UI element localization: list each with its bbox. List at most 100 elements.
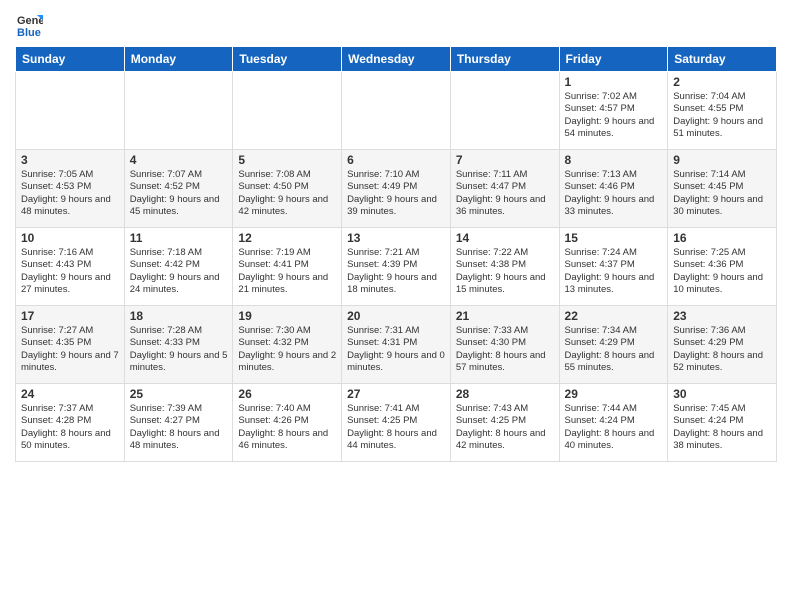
calendar-cell [342,72,451,150]
week-row-4: 17 Sunrise: 7:27 AM Sunset: 4:35 PM Dayli… [16,306,777,384]
calendar-cell: 7Sunrise: 7:11 AM Sunset: 4:47 PM Daylig… [450,150,559,228]
day-number: 10 [21,231,119,245]
day-info: Sunrise: 7:07 AM Sunset: 4:52 PM Dayligh… [130,169,228,218]
day-info: Sunrise: 7:31 AM Sunset: 4:31 PM Dayligh… [347,325,445,374]
day-number: 4 [130,153,228,167]
day-info: Sunrise: 7:19 AM Sunset: 4:41 PM Dayligh… [238,247,336,296]
calendar-cell: 27 Sunrise: 7:41 AM Sunset: 4:25 PM Dayli… [342,384,451,462]
day-info: Sunrise: 7:10 AM Sunset: 4:49 PM Dayligh… [347,169,445,218]
calendar-cell: 9 Sunrise: 7:14 AM Sunset: 4:45 PM Daylig… [668,150,777,228]
calendar-cell: 26 Sunrise: 7:40 AM Sunset: 4:26 PM Dayli… [233,384,342,462]
weekday-sunday: Sunday [16,47,125,72]
calendar-cell: 28 Sunrise: 7:43 AM Sunset: 4:25 PM Dayli… [450,384,559,462]
calendar-cell: 24 Sunrise: 7:37 AM Sunset: 4:28 PM Dayli… [16,384,125,462]
weekday-saturday: Saturday [668,47,777,72]
day-info: Sunrise: 7:43 AM Sunset: 4:25 PM Dayligh… [456,403,554,452]
day-number: 17 [21,309,119,323]
day-info: Sunrise: 7:27 AM Sunset: 4:35 PM Dayligh… [21,325,119,374]
day-info: Sunrise: 7:14 AM Sunset: 4:45 PM Dayligh… [673,169,771,218]
day-number: 20 [347,309,445,323]
calendar-cell: 11 Sunrise: 7:18 AM Sunset: 4:42 PM Dayli… [124,228,233,306]
day-info: Sunrise: 7:22 AM Sunset: 4:38 PM Dayligh… [456,247,554,296]
day-number: 26 [238,387,336,401]
day-info: Sunrise: 7:28 AM Sunset: 4:33 PM Dayligh… [130,325,228,374]
day-number: 25 [130,387,228,401]
day-info: Sunrise: 7:05 AM Sunset: 4:53 PM Dayligh… [21,169,119,218]
day-number: 29 [565,387,663,401]
day-info: Sunrise: 7:36 AM Sunset: 4:29 PM Dayligh… [673,325,771,374]
day-number: 21 [456,309,554,323]
day-info: Sunrise: 7:41 AM Sunset: 4:25 PM Dayligh… [347,403,445,452]
day-number: 6 [347,153,445,167]
week-row-3: 10 Sunrise: 7:16 AM Sunset: 4:43 PM Dayli… [16,228,777,306]
calendar-cell: 21 Sunrise: 7:33 AM Sunset: 4:30 PM Dayli… [450,306,559,384]
week-row-5: 24 Sunrise: 7:37 AM Sunset: 4:28 PM Dayli… [16,384,777,462]
day-info: Sunrise: 7:33 AM Sunset: 4:30 PM Dayligh… [456,325,554,374]
calendar-cell: 16Sunrise: 7:25 AM Sunset: 4:36 PM Dayli… [668,228,777,306]
day-info: Sunrise: 7:04 AM Sunset: 4:55 PM Dayligh… [673,91,771,140]
day-info: Sunrise: 7:40 AM Sunset: 4:26 PM Dayligh… [238,403,336,452]
calendar: SundayMondayTuesdayWednesdayThursdayFrid… [15,46,777,462]
calendar-cell [233,72,342,150]
day-info: Sunrise: 7:37 AM Sunset: 4:28 PM Dayligh… [21,403,119,452]
calendar-cell: 18 Sunrise: 7:28 AM Sunset: 4:33 PM Dayli… [124,306,233,384]
calendar-cell: 25 Sunrise: 7:39 AM Sunset: 4:27 PM Dayli… [124,384,233,462]
calendar-cell: 22 Sunrise: 7:34 AM Sunset: 4:29 PM Dayli… [559,306,668,384]
calendar-cell: 23Sunrise: 7:36 AM Sunset: 4:29 PM Dayli… [668,306,777,384]
day-number: 14 [456,231,554,245]
header: General Blue [15,10,777,38]
day-info: Sunrise: 7:13 AM Sunset: 4:46 PM Dayligh… [565,169,663,218]
day-number: 3 [21,153,119,167]
day-number: 13 [347,231,445,245]
day-number: 28 [456,387,554,401]
weekday-header-row: SundayMondayTuesdayWednesdayThursdayFrid… [16,47,777,72]
day-info: Sunrise: 7:21 AM Sunset: 4:39 PM Dayligh… [347,247,445,296]
day-number: 5 [238,153,336,167]
day-info: Sunrise: 7:18 AM Sunset: 4:42 PM Dayligh… [130,247,228,296]
day-info: Sunrise: 7:30 AM Sunset: 4:32 PM Dayligh… [238,325,336,374]
week-row-1: 1 Sunrise: 7:02 AM Sunset: 4:57 PM Daylig… [16,72,777,150]
day-info: Sunrise: 7:34 AM Sunset: 4:29 PM Dayligh… [565,325,663,374]
day-number: 22 [565,309,663,323]
day-info: Sunrise: 7:24 AM Sunset: 4:37 PM Dayligh… [565,247,663,296]
calendar-cell: 20 Sunrise: 7:31 AM Sunset: 4:31 PM Dayli… [342,306,451,384]
calendar-cell: 4 Sunrise: 7:07 AM Sunset: 4:52 PM Daylig… [124,150,233,228]
calendar-cell: 6 Sunrise: 7:10 AM Sunset: 4:49 PM Daylig… [342,150,451,228]
day-number: 2 [673,75,771,89]
calendar-cell: 14 Sunrise: 7:22 AM Sunset: 4:38 PM Dayli… [450,228,559,306]
day-number: 8 [565,153,663,167]
logo: General Blue [15,10,47,38]
day-number: 9 [673,153,771,167]
logo-icon: General Blue [15,10,43,38]
calendar-cell: 30Sunrise: 7:45 AM Sunset: 4:24 PM Dayli… [668,384,777,462]
day-number: 12 [238,231,336,245]
week-row-2: 3 Sunrise: 7:05 AM Sunset: 4:53 PM Daylig… [16,150,777,228]
calendar-cell: 19 Sunrise: 7:30 AM Sunset: 4:32 PM Dayli… [233,306,342,384]
day-number: 1 [565,75,663,89]
calendar-cell: 8 Sunrise: 7:13 AM Sunset: 4:46 PM Daylig… [559,150,668,228]
svg-text:General: General [17,15,43,27]
page: General Blue SundayMondayTuesdayWednesda… [0,0,792,612]
weekday-tuesday: Tuesday [233,47,342,72]
day-info: Sunrise: 7:11 AM Sunset: 4:47 PM Dayligh… [456,169,554,218]
weekday-thursday: Thursday [450,47,559,72]
day-info: Sunrise: 7:02 AM Sunset: 4:57 PM Dayligh… [565,91,663,140]
calendar-cell: 13 Sunrise: 7:21 AM Sunset: 4:39 PM Dayli… [342,228,451,306]
day-info: Sunrise: 7:16 AM Sunset: 4:43 PM Dayligh… [21,247,119,296]
calendar-cell [450,72,559,150]
day-number: 27 [347,387,445,401]
day-number: 30 [673,387,771,401]
day-number: 11 [130,231,228,245]
calendar-cell: 3 Sunrise: 7:05 AM Sunset: 4:53 PM Daylig… [16,150,125,228]
day-number: 19 [238,309,336,323]
day-info: Sunrise: 7:25 AM Sunset: 4:36 PM Dayligh… [673,247,771,296]
calendar-cell: 15Sunrise: 7:24 AM Sunset: 4:37 PM Dayli… [559,228,668,306]
calendar-cell: 17 Sunrise: 7:27 AM Sunset: 4:35 PM Dayli… [16,306,125,384]
day-number: 24 [21,387,119,401]
day-info: Sunrise: 7:39 AM Sunset: 4:27 PM Dayligh… [130,403,228,452]
weekday-wednesday: Wednesday [342,47,451,72]
calendar-cell [124,72,233,150]
day-number: 18 [130,309,228,323]
calendar-cell: 29Sunrise: 7:44 AM Sunset: 4:24 PM Dayli… [559,384,668,462]
calendar-cell [16,72,125,150]
